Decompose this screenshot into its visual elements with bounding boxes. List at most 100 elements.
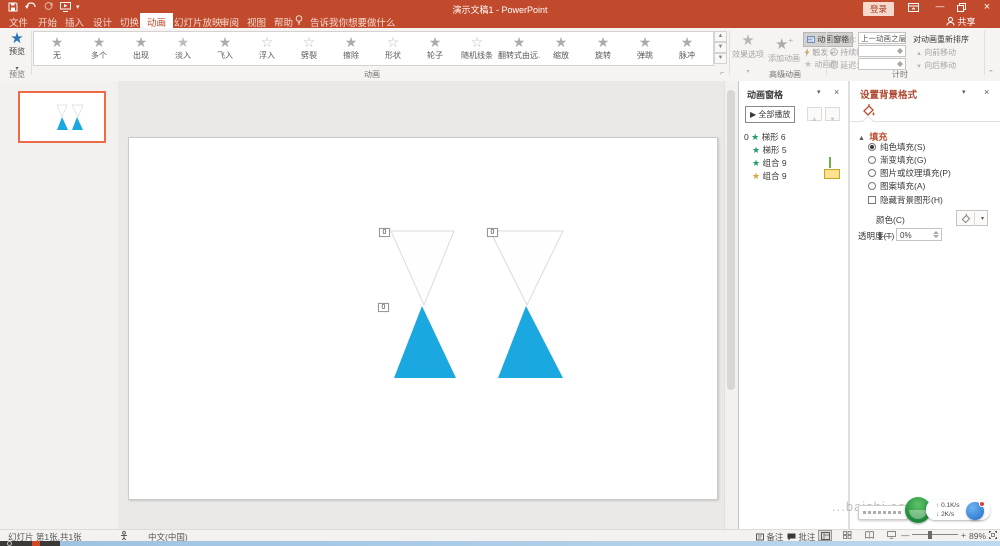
picture-fill-label[interactable]: 图片或纹理填充(P) (880, 167, 951, 179)
chevron-down-icon: ▾ (981, 215, 984, 222)
timeline-bar-yellow[interactable] (824, 169, 840, 179)
zoom-in-button[interactable]: + (961, 530, 966, 540)
anim-fade[interactable]: ★淡入 (162, 35, 204, 61)
taskbar-app-icon[interactable] (7, 541, 12, 546)
anim-zoom[interactable]: ★缩放 (540, 35, 582, 61)
gradient-fill-label[interactable]: 渐变填充(G) (880, 154, 926, 166)
star-icon: ★ (752, 171, 760, 181)
hide-background-label[interactable]: 隐藏背景图形(H) (880, 194, 943, 206)
pattern-fill-label[interactable]: 图案填充(A) (880, 180, 925, 192)
animation-item-1[interactable]: 0 ★ 梯形 6 (744, 131, 786, 143)
start-slideshow-icon[interactable] (60, 2, 71, 12)
slide-editing-surface[interactable] (128, 137, 718, 500)
anim-appear[interactable]: ★出现 (120, 35, 162, 61)
reorder-up-button[interactable]: ▲ (807, 107, 822, 121)
pane-menu-icon[interactable]: ▾ (817, 88, 821, 96)
normal-view-button[interactable] (818, 530, 832, 541)
powerpoint-window: ▾ 演示文稿1 - PowerPoint 登录 — × 共享 文件 开始 插入 … (0, 0, 1000, 546)
radio-pattern-fill[interactable] (868, 182, 876, 190)
sign-in-button[interactable]: 登录 (863, 2, 894, 16)
anim-split[interactable]: ☆劈裂 (288, 35, 330, 61)
ribbon-display-options-icon[interactable] (908, 3, 919, 12)
save-icon[interactable] (8, 2, 18, 12)
color-picker-button[interactable]: ▾ (956, 210, 988, 226)
anim-float-in[interactable]: ☆浮入 (246, 35, 288, 61)
play-icon: ▶ (750, 110, 756, 119)
pane-close-icon[interactable]: × (834, 87, 839, 97)
fit-to-window-icon[interactable] (989, 531, 997, 539)
restore-button[interactable] (957, 3, 966, 12)
play-all-button[interactable]: ▶ 全部播放 (745, 106, 795, 123)
anim-shape[interactable]: ☆形状 (372, 35, 414, 61)
gallery-scroll-down[interactable]: ▼ (714, 42, 727, 53)
tellme-bulb-icon[interactable] (295, 15, 303, 25)
move-later-button[interactable]: ▼ 向后移动 (916, 60, 956, 71)
pane-menu-icon[interactable]: ▾ (962, 88, 966, 96)
anim-pulse[interactable]: ★脉冲 (666, 35, 708, 61)
zoom-slider-thumb[interactable] (928, 531, 932, 539)
anim-random-bars[interactable]: ☆随机线条 (456, 35, 498, 61)
group-advanced-label: 高级动画 (760, 69, 810, 80)
anim-none[interactable]: ★无 (36, 35, 78, 61)
spin-up-icon (933, 231, 939, 234)
share-button[interactable]: 共享 (946, 15, 976, 28)
transparency-input[interactable]: 0% (896, 228, 942, 241)
gallery-scroll-up[interactable]: ▲ (714, 31, 727, 42)
star-icon: ★ (731, 33, 765, 49)
slide-shapes (129, 138, 717, 499)
animation-order-badge[interactable]: 0 (487, 228, 498, 237)
transparency-slider-track[interactable] (880, 236, 892, 237)
dialog-launcher-icon[interactable]: ⌐ (720, 70, 724, 77)
timeline-bar-green[interactable] (829, 157, 831, 168)
gallery-more-button[interactable]: ▼ (714, 53, 727, 64)
star-lines-icon: ☆ (456, 35, 498, 50)
pane-close-icon[interactable]: × (984, 87, 989, 97)
accessibility-icon[interactable] (120, 531, 128, 540)
canvas-scrollbar-thumb[interactable] (727, 90, 735, 390)
transparency-slider-thumb[interactable] (879, 232, 881, 240)
anim-swivel[interactable]: ★旋转 (582, 35, 624, 61)
star-icon: ★ (330, 35, 372, 50)
download-arrow-icon: ↓ (936, 511, 939, 518)
start-select[interactable]: 上一动画之后 ▾ (858, 32, 906, 44)
animation-item-3[interactable]: ★ 组合 9 (752, 157, 787, 169)
zoom-slider-track[interactable] (912, 534, 958, 535)
notification-badge-icon[interactable] (966, 502, 984, 520)
anim-fly-in[interactable]: ★飞入 (204, 35, 246, 61)
star-burst-icon: ★ (540, 35, 582, 50)
close-button[interactable]: × (980, 1, 994, 13)
move-earlier-button[interactable]: ▲ 向前移动 (916, 47, 956, 58)
radio-gradient-fill[interactable] (868, 156, 876, 164)
delay-clock-icon (830, 61, 838, 69)
minimize-button[interactable]: — (933, 1, 947, 11)
trapezoid-outline-2 (490, 231, 563, 305)
reorder-down-button[interactable]: ▼ (825, 107, 840, 121)
anim-multiple[interactable]: ★多个 (78, 35, 120, 61)
animation-item-4[interactable]: ★ 组合 9 (752, 170, 787, 182)
slide-sorter-view-button[interactable] (840, 530, 854, 541)
hide-background-checkbox[interactable] (868, 196, 876, 204)
anim-fly-in-turn[interactable]: ★翻转式由远... (498, 35, 540, 61)
redo-icon[interactable] (43, 1, 54, 11)
radio-solid-fill[interactable] (868, 143, 876, 151)
animation-order-badge[interactable]: 0 (379, 228, 390, 237)
animation-order-badge[interactable]: 0 (378, 303, 389, 312)
anim-wipe[interactable]: ★擦除 (330, 35, 372, 61)
solid-fill-label[interactable]: 纯色填充(S) (880, 141, 925, 153)
anim-bounce[interactable]: ★弹跳 (624, 35, 666, 61)
slide-thumbnail-panel (0, 81, 119, 529)
zoom-out-button[interactable]: — (901, 530, 910, 540)
radio-picture-fill[interactable] (868, 169, 876, 177)
reading-view-button[interactable] (862, 530, 876, 541)
duration-input[interactable] (858, 45, 906, 57)
undo-icon[interactable] (25, 1, 37, 11)
slide-1-thumbnail[interactable] (18, 91, 106, 143)
anim-wheel[interactable]: ★轮子 (414, 35, 456, 61)
taskbar-powerpoint-icon[interactable] (32, 541, 40, 546)
slideshow-view-button[interactable] (884, 530, 898, 541)
clock-icon (830, 48, 838, 56)
animation-item-2[interactable]: ★ 梯形 5 (752, 144, 787, 156)
download-speed: 2K/s (941, 511, 954, 518)
zoom-level[interactable]: 89% (969, 531, 986, 541)
collapse-ribbon-icon[interactable]: ⌃ (988, 69, 994, 77)
